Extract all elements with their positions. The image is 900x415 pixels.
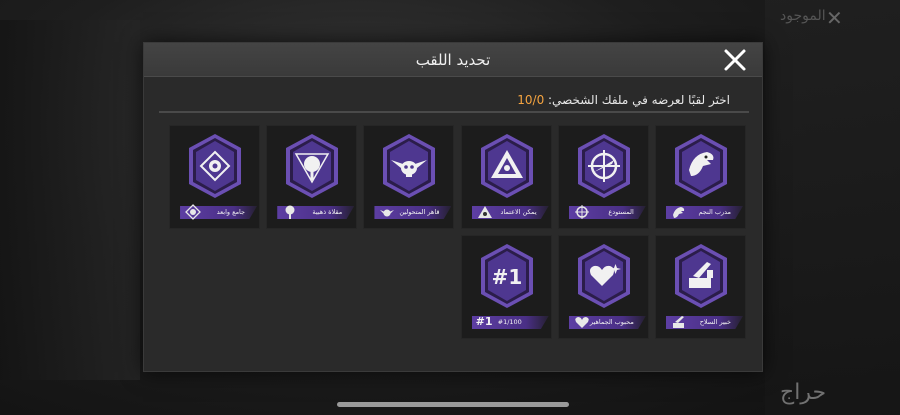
- title-label: جامع وابعد: [216, 208, 246, 216]
- background-right-panel: [765, 0, 900, 415]
- title-label: محبوب الجماهير: [589, 318, 634, 326]
- triangle-eye-icon: [479, 132, 535, 200]
- instruction-prefix: اختَر لقبًا لعرضه في ملفك الشخصي:: [544, 93, 730, 107]
- title-card-reliable[interactable]: يمكن الاعتماد: [460, 125, 552, 229]
- title-label: خبير السلاح: [699, 318, 731, 326]
- crosshair-mini-icon: [573, 203, 591, 221]
- title-label: المستودع: [608, 208, 634, 216]
- rank-badge-text: #1: [491, 265, 522, 289]
- crate-gun-icon: [673, 242, 729, 310]
- title-card-golden-pan[interactable]: مقلاة ذهبية: [266, 125, 358, 229]
- rank-mini-text: #1: [475, 315, 493, 328]
- winged-mini-icon: [378, 203, 396, 221]
- title-label: #1/100: [497, 318, 522, 326]
- eagle-icon: [673, 132, 729, 200]
- titles-grid: مدرب النجم المستودع يمكن الاعتماد قاهر ا…: [159, 125, 746, 339]
- crate-mini-icon: [670, 313, 688, 331]
- background-close-icon: ✕: [826, 6, 843, 30]
- crosshair-icon: [576, 132, 632, 200]
- title-card-weapon-expert[interactable]: خبير السلاح: [655, 235, 746, 339]
- title-label: قاهر المتحولين: [399, 208, 440, 216]
- pan-mini-icon: [281, 203, 299, 221]
- background-top-right-text: الموجود: [780, 8, 826, 24]
- close-button[interactable]: [722, 47, 748, 73]
- selected-count: 10/0: [517, 93, 545, 107]
- title-card-star-trainer[interactable]: مدرب النجم: [655, 125, 746, 229]
- target-mini-icon: [184, 203, 202, 221]
- pan-icon: [284, 132, 340, 200]
- winged-skull-icon: [381, 132, 437, 200]
- title-card-warehouse[interactable]: المستودع: [557, 125, 649, 229]
- select-title-dialog: تحديد اللقب اختَر لقبًا لعرضه في ملفك ال…: [143, 42, 763, 372]
- title-label: مقلاة ذهبية: [312, 208, 343, 216]
- title-card-mutant-slayer[interactable]: قاهر المتحولين: [363, 125, 455, 229]
- triangle-mini-icon: [476, 203, 494, 221]
- title-card-collector[interactable]: جامع وابعد: [169, 125, 261, 229]
- eagle-mini-icon: [670, 203, 688, 221]
- home-indicator: [337, 402, 569, 407]
- title-card-rank-one[interactable]: #1 #1 #1/100: [460, 235, 552, 339]
- title-card-crowd-favorite[interactable]: محبوب الجماهير: [557, 235, 649, 339]
- rank-one-icon: #1: [479, 242, 535, 310]
- title-label: مدرب النجم: [698, 208, 732, 216]
- dialog-title: تحديد اللقب: [415, 51, 491, 69]
- background-left-panel: [0, 20, 140, 380]
- watermark-logo: حراج: [780, 380, 827, 405]
- target-diamond-icon: [187, 132, 243, 200]
- title-label: يمكن الاعتماد: [500, 208, 537, 216]
- instruction-text: اختَر لقبًا لعرضه في ملفك الشخصي: 10/0: [517, 93, 730, 107]
- close-icon: [724, 49, 746, 71]
- hearts-mini-icon: [573, 313, 591, 331]
- divider: [159, 111, 749, 113]
- hearts-icon: [576, 242, 632, 310]
